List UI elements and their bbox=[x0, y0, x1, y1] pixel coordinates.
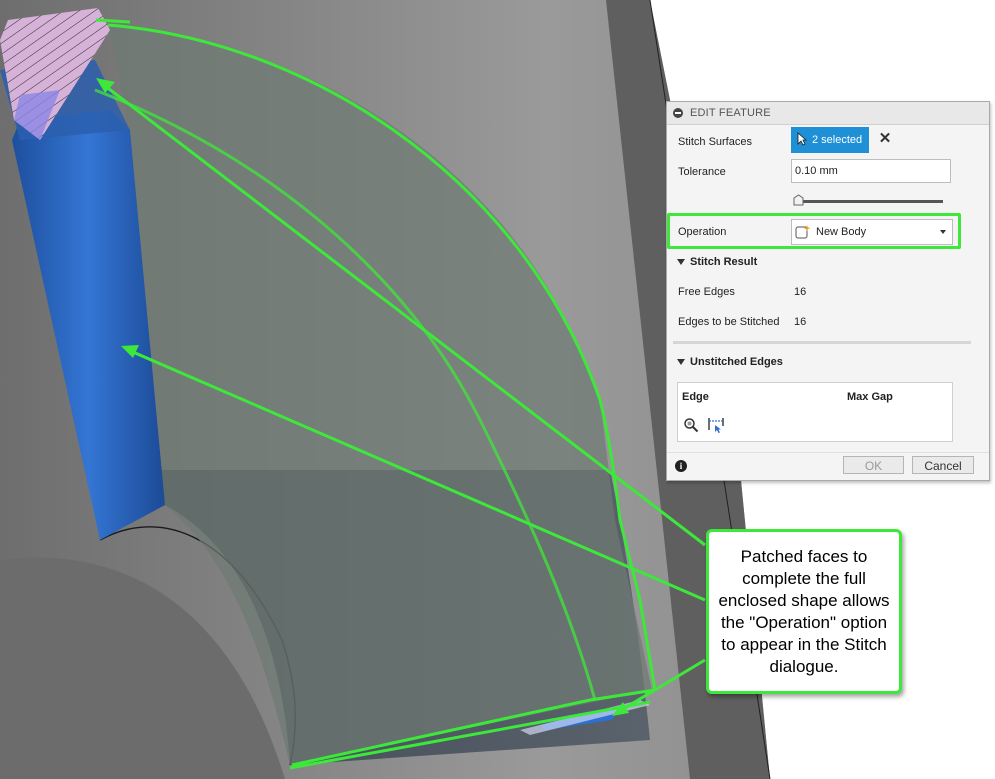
edges-to-stitch-label: Edges to be Stitched bbox=[678, 316, 780, 328]
stitch-result-title[interactable]: Stitch Result bbox=[690, 256, 757, 268]
clear-selection-icon[interactable]: ✕ bbox=[877, 131, 893, 147]
dialog-header[interactable]: EDIT FEATURE bbox=[667, 102, 989, 125]
dialog-title: EDIT FEATURE bbox=[690, 107, 771, 119]
section-expand-icon[interactable] bbox=[677, 259, 685, 265]
unstitched-edges-title[interactable]: Unstitched Edges bbox=[690, 356, 783, 368]
info-icon[interactable]: i bbox=[675, 460, 687, 472]
zoom-to-edge-icon[interactable] bbox=[683, 417, 699, 433]
collapse-icon[interactable] bbox=[673, 108, 683, 118]
callout-text: Patched faces to complete the full enclo… bbox=[718, 546, 890, 676]
section-divider bbox=[673, 341, 971, 344]
tolerance-slider-track[interactable] bbox=[801, 200, 943, 203]
edges-to-stitch-value: 16 bbox=[794, 316, 807, 328]
cancel-button[interactable]: Cancel bbox=[912, 456, 974, 474]
stitch-surfaces-label: Stitch Surfaces bbox=[678, 136, 752, 148]
cursor-icon bbox=[797, 132, 807, 146]
ok-button[interactable]: OK bbox=[843, 456, 904, 474]
operation-label: Operation bbox=[678, 226, 727, 238]
operation-value: New Body bbox=[816, 226, 867, 238]
highlight-top-edge bbox=[95, 18, 131, 24]
measure-gap-icon[interactable] bbox=[708, 416, 726, 434]
annotation-callout: Patched faces to complete the full enclo… bbox=[706, 529, 902, 694]
column-header-max-gap: Max Gap bbox=[847, 391, 893, 403]
dialog-footer: i OK Cancel bbox=[667, 452, 989, 481]
new-body-icon bbox=[795, 225, 811, 239]
free-edges-value: 16 bbox=[794, 286, 807, 298]
stitch-surfaces-selection-button[interactable]: 2 selected bbox=[791, 127, 869, 153]
selection-count: 2 selected bbox=[812, 134, 863, 146]
tolerance-label: Tolerance bbox=[678, 166, 726, 178]
tolerance-slider-thumb[interactable] bbox=[792, 194, 805, 207]
chevron-down-icon bbox=[940, 230, 946, 234]
edit-feature-dialog: EDIT FEATURE Stitch Surfaces 2 selected … bbox=[666, 101, 990, 481]
column-header-edge: Edge bbox=[682, 391, 709, 403]
tolerance-input[interactable] bbox=[791, 159, 951, 183]
operation-dropdown[interactable]: New Body bbox=[791, 219, 953, 245]
free-edges-label: Free Edges bbox=[678, 286, 735, 298]
unstitched-edges-table: Edge Max Gap bbox=[677, 382, 953, 442]
section-expand-icon[interactable] bbox=[677, 359, 685, 365]
